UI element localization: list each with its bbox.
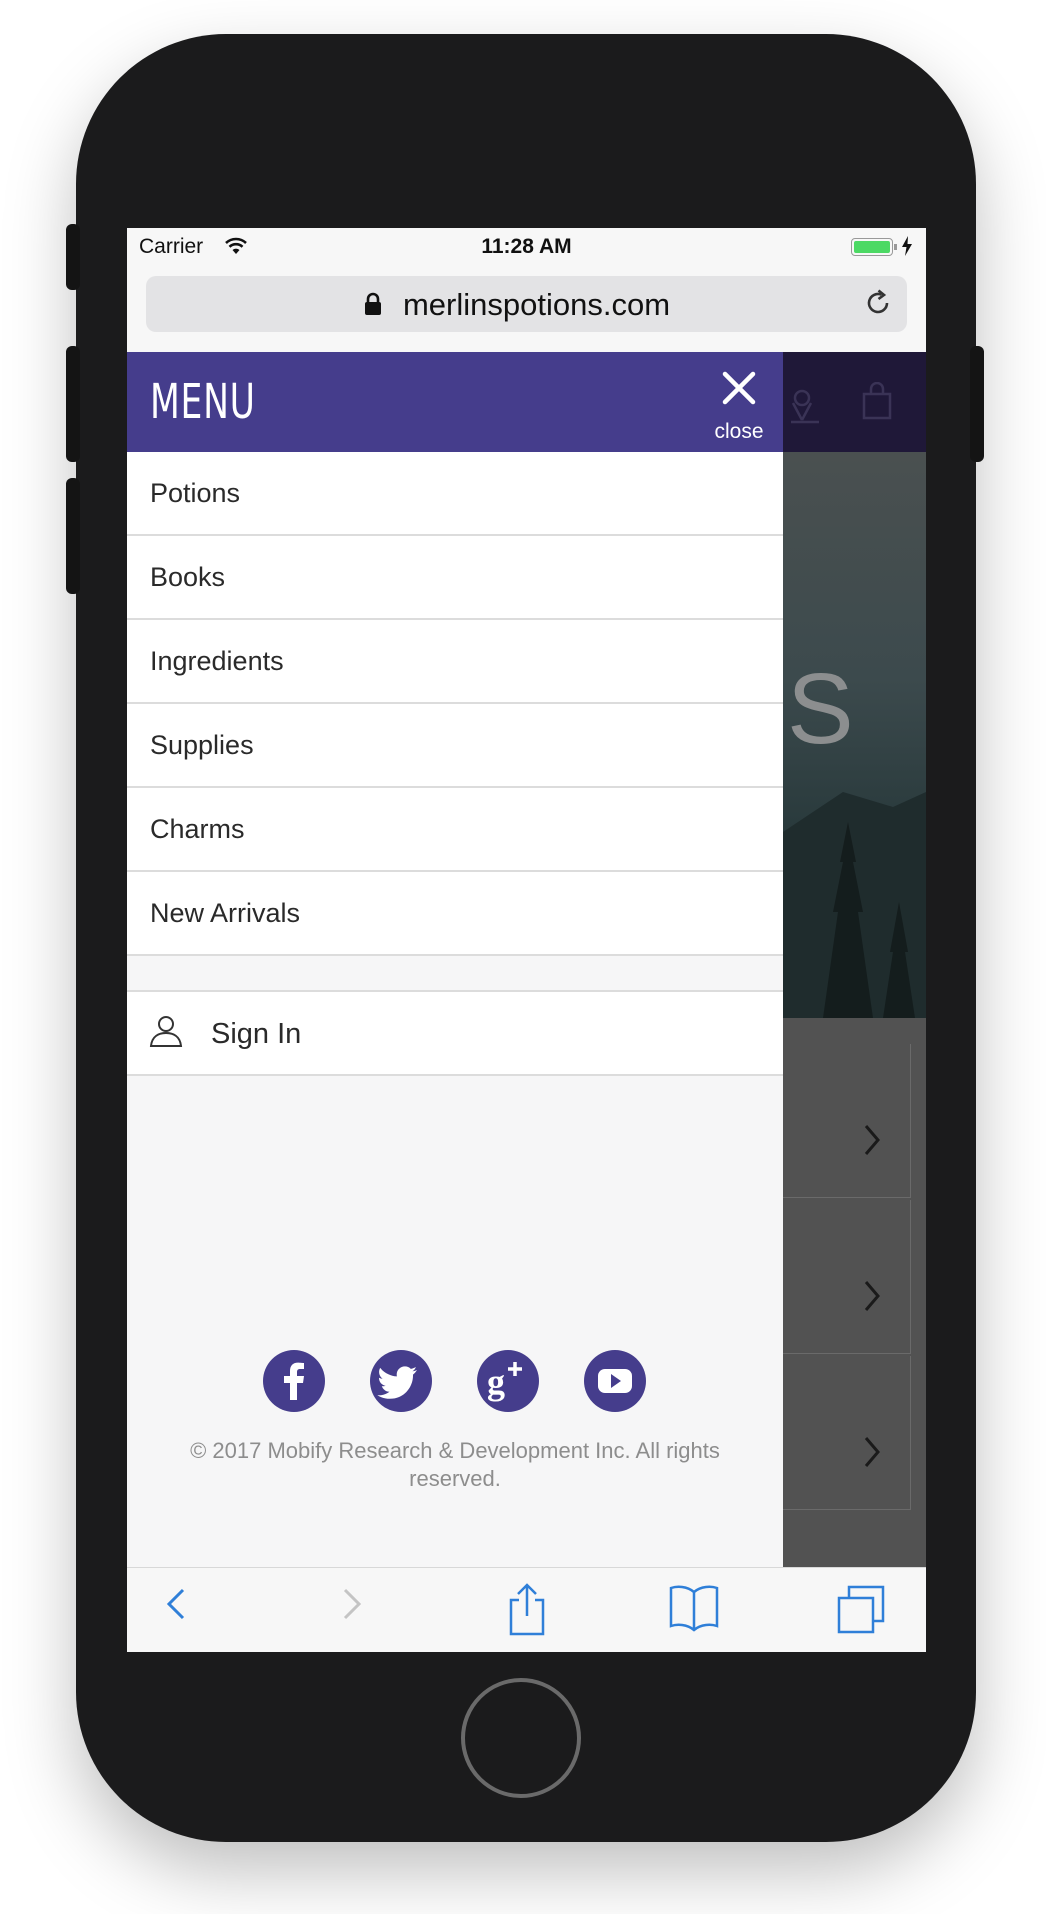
background-card bbox=[783, 1200, 911, 1354]
menu-item-label: Books bbox=[150, 562, 226, 592]
background-header bbox=[783, 352, 926, 452]
close-label: close bbox=[714, 420, 764, 443]
battery-tip bbox=[894, 244, 897, 250]
sign-in-button[interactable]: Sign In bbox=[127, 990, 783, 1076]
battery-level bbox=[854, 241, 890, 253]
menu-item-label: Charms bbox=[150, 814, 245, 844]
reload-icon[interactable] bbox=[863, 288, 893, 323]
menu-item-charms[interactable]: Charms bbox=[127, 788, 783, 872]
chevron-right-icon bbox=[864, 1437, 880, 1467]
hero-title-fragment: S bbox=[787, 653, 854, 765]
menu-item-label: Supplies bbox=[150, 730, 254, 760]
menu-list: Potions Books Ingredients Supplies Charm… bbox=[127, 452, 783, 956]
address-bar[interactable]: merlinspotions.com bbox=[146, 276, 907, 332]
browser-toolbar bbox=[127, 1567, 926, 1652]
volume-down-button bbox=[66, 478, 80, 594]
url-text: merlinspotions.com bbox=[402, 287, 671, 322]
browser-address-area: merlinspotions.com bbox=[127, 268, 926, 352]
status-bar: Carrier 11:28 AM bbox=[127, 228, 926, 268]
menu-title: MENU bbox=[150, 374, 256, 430]
cart-icon bbox=[862, 382, 892, 420]
power-button bbox=[970, 346, 984, 462]
mute-switch bbox=[66, 224, 80, 290]
youtube-icon[interactable] bbox=[584, 1350, 646, 1412]
close-button[interactable]: close bbox=[699, 364, 779, 448]
drawer-header: MENU close bbox=[127, 352, 783, 452]
facebook-icon[interactable] bbox=[263, 1350, 325, 1412]
menu-item-books[interactable]: Books bbox=[127, 536, 783, 620]
menu-item-supplies[interactable]: Supplies bbox=[127, 704, 783, 788]
user-icon bbox=[149, 1016, 183, 1047]
menu-item-potions[interactable]: Potions bbox=[127, 452, 783, 536]
background-card bbox=[783, 1356, 911, 1510]
home-button[interactable] bbox=[461, 1678, 581, 1798]
store-locator-icon bbox=[791, 389, 819, 424]
back-icon[interactable] bbox=[163, 1582, 189, 1626]
charging-icon bbox=[901, 236, 913, 261]
menu-item-label: Potions bbox=[150, 478, 241, 508]
share-icon[interactable] bbox=[505, 1582, 549, 1638]
copyright-text: © 2017 Mobify Research & Development Inc… bbox=[190, 1438, 720, 1491]
clock: 11:28 AM bbox=[481, 235, 572, 258]
chevron-right-icon bbox=[864, 1125, 880, 1155]
close-icon bbox=[722, 371, 756, 405]
tabs-icon[interactable] bbox=[835, 1582, 889, 1636]
navigation-drawer: MENU close Potions Books Ingredients Sup… bbox=[127, 352, 783, 1582]
bookmarks-icon[interactable] bbox=[667, 1582, 721, 1632]
volume-up-button bbox=[66, 346, 80, 462]
sign-in-label: Sign In bbox=[211, 1018, 302, 1050]
battery-icon bbox=[851, 238, 893, 256]
forward-icon[interactable] bbox=[339, 1582, 365, 1626]
svg-text:g: g bbox=[487, 1362, 505, 1402]
menu-item-label: New Arrivals bbox=[150, 898, 301, 928]
menu-item-label: Ingredients bbox=[150, 646, 284, 676]
social-links: g bbox=[127, 1350, 783, 1414]
menu-item-new-arrivals[interactable]: New Arrivals bbox=[127, 872, 783, 956]
background-card bbox=[783, 1044, 911, 1198]
chevron-right-icon bbox=[864, 1281, 880, 1311]
google-plus-icon[interactable]: g bbox=[477, 1350, 539, 1412]
menu-item-ingredients[interactable]: Ingredients bbox=[127, 620, 783, 704]
screen: Carrier 11:28 AM merlinspotions.com S ME… bbox=[127, 228, 926, 1652]
twitter-icon[interactable] bbox=[370, 1350, 432, 1412]
